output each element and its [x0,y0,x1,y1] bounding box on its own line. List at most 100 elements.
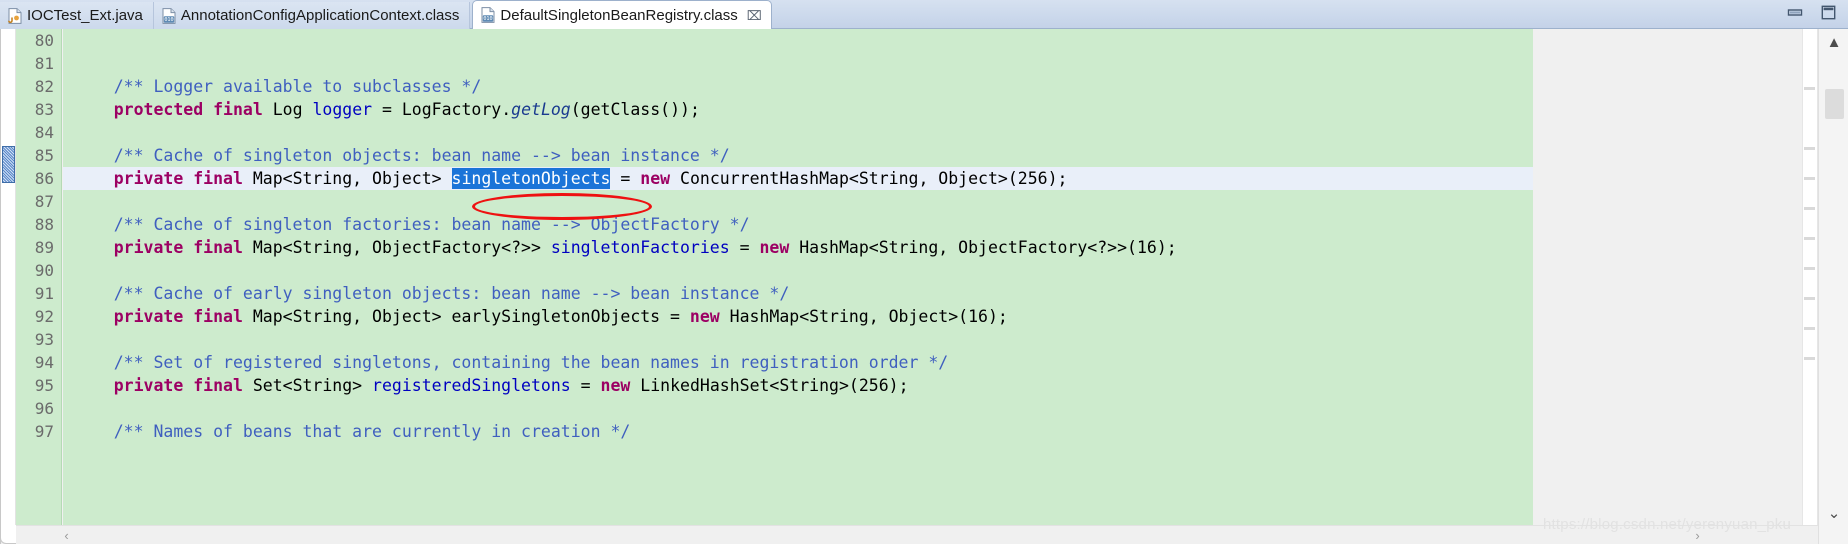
minimize-icon[interactable] [1787,6,1804,24]
code-line-90[interactable] [63,259,1533,282]
line-number: 87 [34,192,54,211]
code-token: /** Cache of early singleton objects: be… [113,284,790,303]
scroll-left-arrow-icon[interactable]: ‹ [56,526,77,544]
line-number: 81 [34,54,54,73]
overview-mark [1804,237,1815,240]
code-line-92[interactable]: private final Map<String, Object> earlyS… [63,305,1533,328]
horizontal-scrollbar[interactable]: ‹ › [16,525,1818,544]
code-line-91[interactable]: /** Cache of early singleton objects: be… [63,282,1533,305]
editor-tab-2[interactable]: 010 DefaultSingletonBeanRegistry.class ⌧ [472,0,772,29]
code-line-95[interactable]: private final Set<String> registeredSing… [63,374,1533,397]
scroll-down-arrow-icon[interactable]: ⌄ [1819,500,1848,526]
code-token: Map<String, ObjectFactory<?>> [252,238,551,257]
svg-text:010: 010 [484,16,493,22]
overview-mark [1804,207,1815,210]
scroll-right-arrow-icon[interactable]: › [1687,526,1708,544]
occurrence-marker[interactable] [2,146,15,183]
code-line-87[interactable] [63,190,1533,213]
code-line-88[interactable]: /** Cache of singleton factories: bean n… [63,213,1533,236]
overview-ruler[interactable] [1802,29,1818,525]
editor-tab-label: IOCTest_Ext.java [27,7,143,24]
overview-mark [1804,297,1815,300]
overview-mark [1804,87,1815,90]
line-number: 84 [34,123,54,142]
line-number: 88 [34,215,54,234]
code-line-83[interactable]: protected final Log logger = LogFactory.… [63,98,1533,121]
code-line-94[interactable]: /** Set of registered singletons, contai… [63,351,1533,374]
code-line-80[interactable] [63,29,1533,52]
code-line-84[interactable] [63,121,1533,144]
code-token: new [640,169,681,188]
code-line-93[interactable] [63,328,1533,351]
code-line-97[interactable]: /** Names of beans that are currently in… [63,420,1533,443]
scroll-up-arrow-icon[interactable]: ▲ [1819,29,1848,55]
vertical-scrollbar[interactable]: ▲ ⌄ [1818,29,1848,544]
line-number-gutter[interactable]: 80 81 82 83 84 85 86 87 88 89 90 91 92 93 94 95 96 97 [16,29,62,525]
code-token: = [610,169,641,188]
editor-tab-1[interactable]: 010 AnnotationConfigApplicationContext.cl… [153,2,471,29]
code-token: LinkedHashSet<String>(256); [640,376,909,395]
code-token: getLog [511,100,571,119]
code-token: (getClass()); [570,100,700,119]
code-token: HashMap<String, ObjectFactory<?>>(16); [799,238,1177,257]
overview-mark [1804,147,1815,150]
marker-ruler[interactable] [1,29,16,525]
line-number: 80 [34,31,54,50]
line-number: 93 [34,330,54,349]
code-token: private final [113,307,253,326]
eclipse-editor-window: IOCTest_Ext.java 010 AnnotationConfigAppli… [0,0,1848,544]
editor-tab-0[interactable]: IOCTest_Ext.java [0,2,154,29]
code-line-96[interactable] [63,397,1533,420]
code-token: /** Logger available to subclasses */ [113,77,482,96]
code-line-85[interactable]: /** Cache of singleton objects: bean nam… [63,144,1533,167]
code-token: new [759,238,800,257]
code-token: Map<String, Object> earlySingletonObject… [252,307,690,326]
code-token: = LogFactory. [382,100,512,119]
line-number: 86 [34,169,54,188]
code-token: Set<String> [252,376,373,395]
code-token: singletonFactories [550,238,740,257]
code-editor: 80 81 82 83 84 85 86 87 88 89 90 91 92 93 94 95 96 97 /**… [0,29,1848,544]
code-line-86[interactable]: private final Map<String, Object> single… [63,167,1533,190]
code-token: logger [312,100,382,119]
window-controls [1787,5,1836,25]
editor-tab-bar: IOCTest_Ext.java 010 AnnotationConfigAppli… [0,0,1848,29]
svg-text:010: 010 [164,17,173,23]
code-token: new [600,376,641,395]
editor-bottom-left-corner [0,525,16,544]
editor-tab-label: DefaultSingletonBeanRegistry.class [500,6,738,24]
code-token: /** Cache of singleton objects: bean nam… [113,146,730,165]
line-number: 95 [34,376,54,395]
line-number: 90 [34,261,54,280]
code-line-89[interactable]: private final Map<String, ObjectFactory<… [63,236,1533,259]
vertical-scroll-thumb[interactable] [1825,89,1844,119]
line-number: 97 [34,422,54,441]
code-token: ConcurrentHashMap<String, Object>(256); [680,169,1068,188]
close-icon[interactable]: ⌧ [747,9,762,22]
line-number: 85 [34,146,54,165]
line-number: 83 [34,100,54,119]
maximize-icon[interactable] [1821,5,1836,25]
code-token: /** Set of registered singletons, contai… [113,353,949,372]
code-token: Map<String, Object> [252,169,452,188]
code-token: private final [113,238,253,257]
line-number: 89 [34,238,54,257]
class-file-icon: 010 [481,7,495,23]
editor-tab-label: AnnotationConfigApplicationContext.class [180,7,460,24]
class-file-icon: 010 [162,7,176,24]
code-line-81[interactable] [63,52,1533,75]
line-number: 96 [34,399,54,418]
editor-tabs: IOCTest_Ext.java 010 AnnotationConfigAppli… [0,0,772,29]
code-content-area[interactable]: /** Logger available to subclasses */ pr… [63,29,1533,525]
code-line-82[interactable]: /** Logger available to subclasses */ [63,75,1533,98]
